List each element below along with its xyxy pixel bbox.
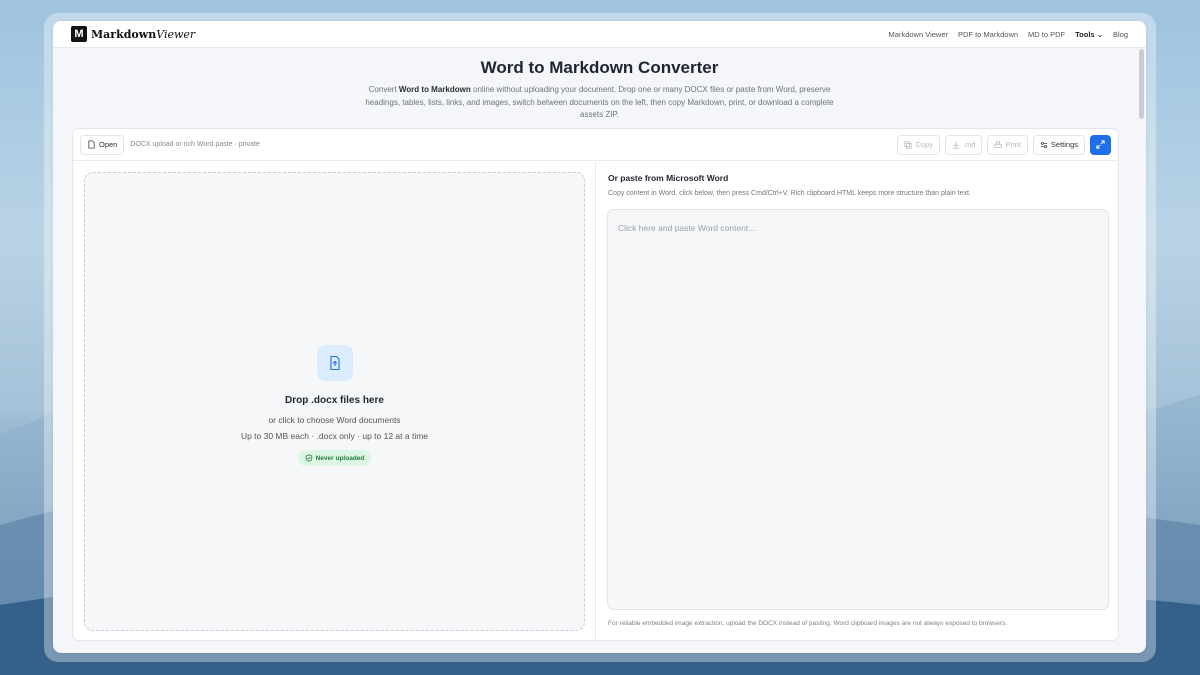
file-upload-icon xyxy=(316,345,353,381)
page-description: Convert Word to Markdown online without … xyxy=(365,85,834,119)
fullscreen-button[interactable] xyxy=(1090,134,1111,155)
paste-area[interactable]: Click here and paste Word content... xyxy=(607,209,1109,610)
paste-placeholder: Click here and paste Word content... xyxy=(618,223,756,233)
paste-help-text: Copy content in Word, click below, then … xyxy=(608,190,971,197)
logo[interactable]: M MarkdownViewer xyxy=(71,26,195,42)
logo-mark: M xyxy=(71,26,87,42)
never-uploaded-badge: Never uploaded xyxy=(297,450,372,466)
settings-button-label: Settings xyxy=(1050,140,1078,149)
chevron-down-icon: ⌄ xyxy=(1096,29,1103,39)
paste-footer-note: For reliable embedded image extraction, … xyxy=(608,620,1008,627)
copy-button[interactable]: Copy xyxy=(897,134,940,155)
nav-link-markdown-viewer[interactable]: Markdown Viewer xyxy=(889,30,948,39)
nav-link-pdf-to-markdown[interactable]: PDF to Markdown xyxy=(958,30,1018,39)
print-button[interactable]: Print xyxy=(987,134,1028,155)
nav-links: Markdown Viewer PDF to Markdown MD to PD… xyxy=(889,30,1128,39)
dropzone[interactable]: Drop .docx files here or click to choose… xyxy=(84,172,585,631)
copy-button-label: Copy xyxy=(915,140,933,149)
download-icon xyxy=(952,141,960,149)
logo-text: MarkdownViewer xyxy=(91,27,196,41)
print-button-label: Print xyxy=(1005,140,1021,149)
scrollbar[interactable] xyxy=(1139,49,1144,119)
open-button-label: Open xyxy=(99,140,118,149)
upload-panel: Drop .docx files here or click to choose… xyxy=(73,162,596,640)
paste-heading: Or paste from Microsoft Word xyxy=(608,173,729,183)
toolbar-meta: DOCX upload or rich Word paste · private xyxy=(130,141,260,148)
paste-panel: Or paste from Microsoft Word Copy conten… xyxy=(597,162,1118,640)
page-title: Word to Markdown Converter xyxy=(480,58,719,77)
file-icon xyxy=(88,140,95,149)
shield-check-icon xyxy=(305,454,312,462)
settings-button[interactable]: Settings xyxy=(1032,134,1085,155)
dropzone-subtitle: or click to choose Word documents xyxy=(268,415,401,425)
browser-page: M MarkdownViewer Markdown Viewer PDF to … xyxy=(53,21,1146,653)
dropzone-title: Drop .docx files here xyxy=(285,395,384,406)
top-nav: M MarkdownViewer Markdown Viewer PDF to … xyxy=(53,21,1146,48)
nav-link-blog[interactable]: Blog xyxy=(1113,30,1128,39)
copy-icon xyxy=(904,140,913,149)
badge-label: Never uploaded xyxy=(315,454,365,462)
download-md-button[interactable]: .md xyxy=(944,134,983,155)
dropzone-limits: Up to 30 MB each · .docx only · up to 12… xyxy=(240,431,429,441)
open-button[interactable]: Open xyxy=(80,134,125,155)
toolbar: Open DOCX upload or rich Word paste · pr… xyxy=(73,129,1118,161)
expand-icon xyxy=(1096,140,1105,149)
nav-link-md-to-pdf[interactable]: MD to PDF xyxy=(1028,30,1065,39)
sliders-icon xyxy=(1040,141,1048,148)
hero: Word to Markdown Converter Convert Word … xyxy=(53,48,1146,122)
print-icon xyxy=(994,140,1003,148)
converter-card: Open DOCX upload or rich Word paste · pr… xyxy=(72,128,1119,641)
download-md-label: .md xyxy=(962,140,976,149)
nav-link-tools[interactable]: Tools ⌄ xyxy=(1075,30,1103,39)
